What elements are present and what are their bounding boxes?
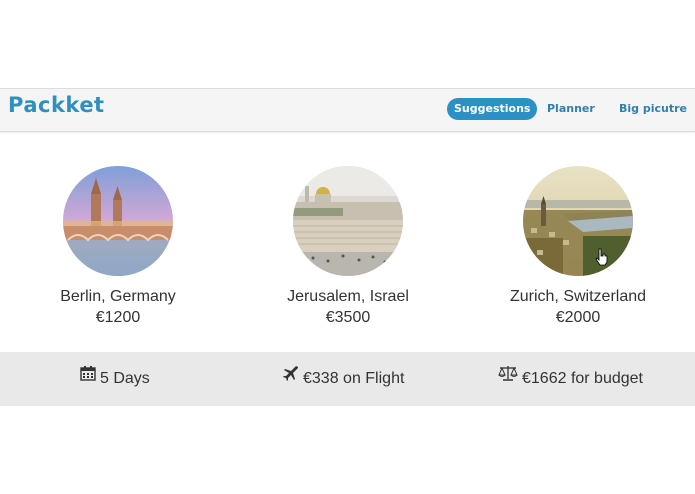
top-navbar: Packket Suggestions Planner Big picutre — [0, 88, 695, 132]
plane-icon — [283, 350, 299, 404]
summary-budget: €1662 for budget — [498, 352, 643, 406]
jerusalem-photo[interactable] — [293, 166, 403, 276]
nav-big-picture[interactable]: Big picutre — [619, 98, 687, 120]
summary-flight-text: €338 on Flight — [303, 370, 405, 388]
nav-planner[interactable]: Planner — [547, 98, 595, 120]
destination-city: Jerusalem, Israel — [287, 288, 409, 305]
trip-summary-bar: 5 Days €338 on Flight €1662 for budget — [0, 352, 695, 406]
destination-price: €2000 — [555, 309, 601, 326]
hand-cursor-icon — [595, 248, 608, 266]
destination-city: Zurich, Switzerland — [509, 288, 647, 305]
calendar-icon — [80, 350, 96, 404]
zurich-photo[interactable] — [523, 166, 633, 276]
destination-card-jerusalem[interactable]: Jerusalem, Israel €3500 — [233, 166, 463, 327]
destination-city: Berlin, Germany — [60, 288, 176, 305]
berlin-photo[interactable] — [63, 166, 173, 276]
summary-budget-text: €1662 for budget — [522, 370, 643, 388]
summary-days: 5 Days — [80, 352, 150, 406]
balance-scale-icon — [498, 350, 518, 404]
nav-suggestions[interactable]: Suggestions — [447, 98, 538, 120]
summary-days-text: 5 Days — [100, 370, 150, 388]
destination-card-berlin[interactable]: Berlin, Germany €1200 — [3, 166, 233, 327]
summary-flight: €338 on Flight — [283, 352, 404, 406]
destination-card-zurich[interactable]: Zurich, Switzerland €2000 — [463, 166, 693, 327]
brand-logo[interactable]: Packket — [8, 93, 105, 117]
destination-price: €1200 — [95, 309, 141, 326]
destination-price: €3500 — [325, 309, 371, 326]
